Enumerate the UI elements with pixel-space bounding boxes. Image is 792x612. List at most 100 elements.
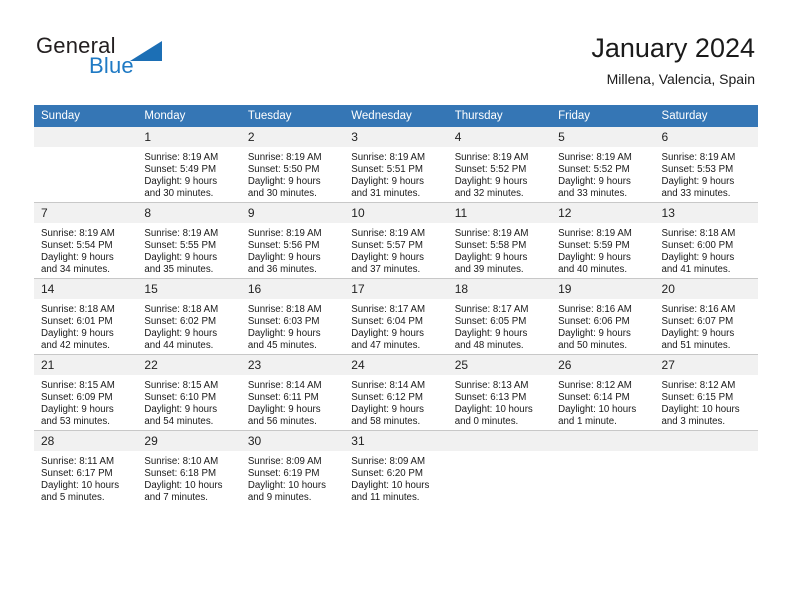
day-details: Sunrise: 8:18 AM Sunset: 6:00 PM Dayligh… xyxy=(655,223,758,276)
sunrise-text: Sunrise: 8:14 AM xyxy=(351,380,426,391)
sunset-text: Sunset: 6:04 PM xyxy=(351,316,423,328)
daylight-text-line2: and 30 minutes. xyxy=(247,188,317,200)
day-cell[interactable]: 21 Sunrise: 8:15 AM Sunset: 6:09 PM Dayl… xyxy=(34,354,138,431)
day-number: 22 xyxy=(137,355,241,375)
day-cell[interactable]: 16 Sunrise: 8:18 AM Sunset: 6:03 PM Dayl… xyxy=(240,278,345,355)
daylight-text-line2: and 33 minutes. xyxy=(661,188,731,200)
day-number: 17 xyxy=(344,279,448,299)
day-number: 1 xyxy=(137,127,241,147)
daylight-text-line2: and 1 minute. xyxy=(558,416,617,428)
sunrise-text: Sunrise: 8:11 AM xyxy=(41,456,115,467)
day-cell[interactable]: 7 Sunrise: 8:19 AM Sunset: 5:54 PM Dayli… xyxy=(34,202,138,279)
day-cell[interactable]: 22 Sunrise: 8:15 AM Sunset: 6:10 PM Dayl… xyxy=(137,354,241,431)
daylight-text-line2: and 30 minutes. xyxy=(144,188,214,200)
day-cell[interactable]: 10 Sunrise: 8:19 AM Sunset: 5:57 PM Dayl… xyxy=(344,202,448,279)
day-cell[interactable]: 25 Sunrise: 8:13 AM Sunset: 6:13 PM Dayl… xyxy=(447,354,552,431)
day-cell[interactable]: 13 Sunrise: 8:18 AM Sunset: 6:00 PM Dayl… xyxy=(654,202,758,279)
daylight-text-line2: and 54 minutes. xyxy=(144,416,214,428)
daylight-text-line2: and 41 minutes. xyxy=(661,264,731,276)
day-number: 21 xyxy=(34,355,138,375)
day-cell[interactable]: 30 Sunrise: 8:09 AM Sunset: 6:19 PM Dayl… xyxy=(240,430,345,506)
day-details: Sunrise: 8:19 AM Sunset: 5:53 PM Dayligh… xyxy=(655,147,758,200)
day-cell[interactable]: 4 Sunrise: 8:19 AM Sunset: 5:52 PM Dayli… xyxy=(447,127,552,203)
sunset-text: Sunset: 5:51 PM xyxy=(351,164,423,176)
sunset-text: Sunset: 5:53 PM xyxy=(661,164,734,176)
day-cell[interactable]: 11 Sunrise: 8:19 AM Sunset: 5:58 PM Dayl… xyxy=(447,202,552,279)
day-number: 26 xyxy=(551,355,655,375)
day-cell[interactable]: 14 Sunrise: 8:18 AM Sunset: 6:01 PM Dayl… xyxy=(34,278,138,355)
day-cell xyxy=(551,430,655,506)
daylight-text-line2: and 9 minutes. xyxy=(247,492,312,504)
day-number: 14 xyxy=(34,279,138,299)
day-details: Sunrise: 8:19 AM Sunset: 5:52 PM Dayligh… xyxy=(551,147,654,200)
day-cell[interactable]: 3 Sunrise: 8:19 AM Sunset: 5:51 PM Dayli… xyxy=(344,127,448,203)
day-cell[interactable]: 29 Sunrise: 8:10 AM Sunset: 6:18 PM Dayl… xyxy=(137,430,241,506)
day-details: Sunrise: 8:14 AM Sunset: 6:12 PM Dayligh… xyxy=(344,375,447,428)
sunrise-text: Sunrise: 8:18 AM xyxy=(661,228,736,239)
title-block: January 2024 Millena, Valencia, Spain xyxy=(591,32,755,88)
day-cell[interactable]: 5 Sunrise: 8:19 AM Sunset: 5:52 PM Dayli… xyxy=(551,127,655,203)
calendar-grid: Sunday Monday Tuesday Wednesday Thursday… xyxy=(34,105,758,506)
sunrise-text: Sunrise: 8:12 AM xyxy=(661,380,736,391)
daylight-text-line1: Daylight: 9 hours xyxy=(144,176,218,188)
day-cell[interactable]: 23 Sunrise: 8:14 AM Sunset: 6:11 PM Dayl… xyxy=(240,354,345,431)
sunrise-text: Sunrise: 8:15 AM xyxy=(41,380,115,391)
sunset-text: Sunset: 6:11 PM xyxy=(247,392,319,404)
daylight-text-line2: and 31 minutes. xyxy=(351,188,421,200)
day-number: 7 xyxy=(34,203,138,223)
day-cell[interactable]: 28 Sunrise: 8:11 AM Sunset: 6:17 PM Dayl… xyxy=(34,430,138,506)
day-cell[interactable]: 12 Sunrise: 8:19 AM Sunset: 5:59 PM Dayl… xyxy=(551,202,655,279)
sunrise-text: Sunrise: 8:12 AM xyxy=(558,380,632,391)
day-cell[interactable]: 31 Sunrise: 8:09 AM Sunset: 6:20 PM Dayl… xyxy=(344,430,448,506)
day-cell[interactable]: 18 Sunrise: 8:17 AM Sunset: 6:05 PM Dayl… xyxy=(447,278,552,355)
sunset-text: Sunset: 6:17 PM xyxy=(41,468,113,480)
daylight-text-line1: Daylight: 10 hours xyxy=(558,404,637,416)
brand-logo[interactable]: General Blue xyxy=(36,33,296,89)
day-cell[interactable]: 1 Sunrise: 8:19 AM Sunset: 5:49 PM Dayli… xyxy=(137,127,241,203)
day-number xyxy=(34,127,138,147)
sunrise-text: Sunrise: 8:17 AM xyxy=(351,304,426,315)
calendar-head: Sunday Monday Tuesday Wednesday Thursday… xyxy=(34,105,758,127)
day-cell[interactable]: 19 Sunrise: 8:16 AM Sunset: 6:06 PM Dayl… xyxy=(551,278,655,355)
daylight-text-line2: and 0 minutes. xyxy=(454,416,519,428)
daylight-text-line1: Daylight: 9 hours xyxy=(144,328,218,340)
daylight-text-line2: and 58 minutes. xyxy=(351,416,421,428)
calendar-page: General Blue January 2024 Millena, Valen… xyxy=(0,0,792,612)
day-number: 11 xyxy=(447,203,552,223)
day-cell[interactable]: 20 Sunrise: 8:16 AM Sunset: 6:07 PM Dayl… xyxy=(654,278,758,355)
day-cell[interactable]: 2 Sunrise: 8:19 AM Sunset: 5:50 PM Dayli… xyxy=(240,127,345,203)
day-details: Sunrise: 8:12 AM Sunset: 6:15 PM Dayligh… xyxy=(655,375,758,428)
daylight-text-line2: and 48 minutes. xyxy=(454,340,524,352)
day-cell[interactable]: 6 Sunrise: 8:19 AM Sunset: 5:53 PM Dayli… xyxy=(654,127,758,203)
sunrise-text: Sunrise: 8:09 AM xyxy=(247,456,322,467)
day-details: Sunrise: 8:13 AM Sunset: 6:13 PM Dayligh… xyxy=(448,375,551,428)
day-number: 24 xyxy=(344,355,448,375)
sunset-text: Sunset: 6:06 PM xyxy=(558,316,630,328)
sunrise-text: Sunrise: 8:19 AM xyxy=(247,152,322,163)
weekday-header-friday: Friday xyxy=(551,105,655,127)
sunrise-text: Sunrise: 8:19 AM xyxy=(247,228,322,239)
day-details: Sunrise: 8:15 AM Sunset: 6:09 PM Dayligh… xyxy=(34,375,137,428)
day-details: Sunrise: 8:16 AM Sunset: 6:07 PM Dayligh… xyxy=(655,299,758,352)
day-cell[interactable]: 17 Sunrise: 8:17 AM Sunset: 6:04 PM Dayl… xyxy=(344,278,448,355)
daylight-text-line2: and 42 minutes. xyxy=(41,340,110,352)
day-cell[interactable]: 27 Sunrise: 8:12 AM Sunset: 6:15 PM Dayl… xyxy=(654,354,758,431)
sunset-text: Sunset: 6:19 PM xyxy=(247,468,320,480)
daylight-text-line1: Daylight: 9 hours xyxy=(661,328,735,340)
sunset-text: Sunset: 5:59 PM xyxy=(558,240,630,252)
sunset-text: Sunset: 6:18 PM xyxy=(144,468,217,480)
daylight-text-line1: Daylight: 10 hours xyxy=(41,480,120,492)
daylight-text-line1: Daylight: 9 hours xyxy=(247,404,321,416)
day-cell[interactable]: 24 Sunrise: 8:14 AM Sunset: 6:12 PM Dayl… xyxy=(344,354,448,431)
day-cell[interactable]: 9 Sunrise: 8:19 AM Sunset: 5:56 PM Dayli… xyxy=(240,202,345,279)
day-number: 4 xyxy=(447,127,552,147)
weekday-header-wednesday: Wednesday xyxy=(344,105,448,127)
sunrise-text: Sunrise: 8:19 AM xyxy=(661,152,736,163)
day-details: Sunrise: 8:18 AM Sunset: 6:01 PM Dayligh… xyxy=(34,299,137,352)
day-details: Sunrise: 8:19 AM Sunset: 5:56 PM Dayligh… xyxy=(241,223,344,276)
sunrise-text: Sunrise: 8:16 AM xyxy=(661,304,736,315)
day-cell[interactable]: 8 Sunrise: 8:19 AM Sunset: 5:55 PM Dayli… xyxy=(137,202,241,279)
day-cell[interactable]: 26 Sunrise: 8:12 AM Sunset: 6:14 PM Dayl… xyxy=(551,354,655,431)
day-cell[interactable]: 15 Sunrise: 8:18 AM Sunset: 6:02 PM Dayl… xyxy=(137,278,241,355)
daylight-text-line1: Daylight: 9 hours xyxy=(558,252,631,264)
